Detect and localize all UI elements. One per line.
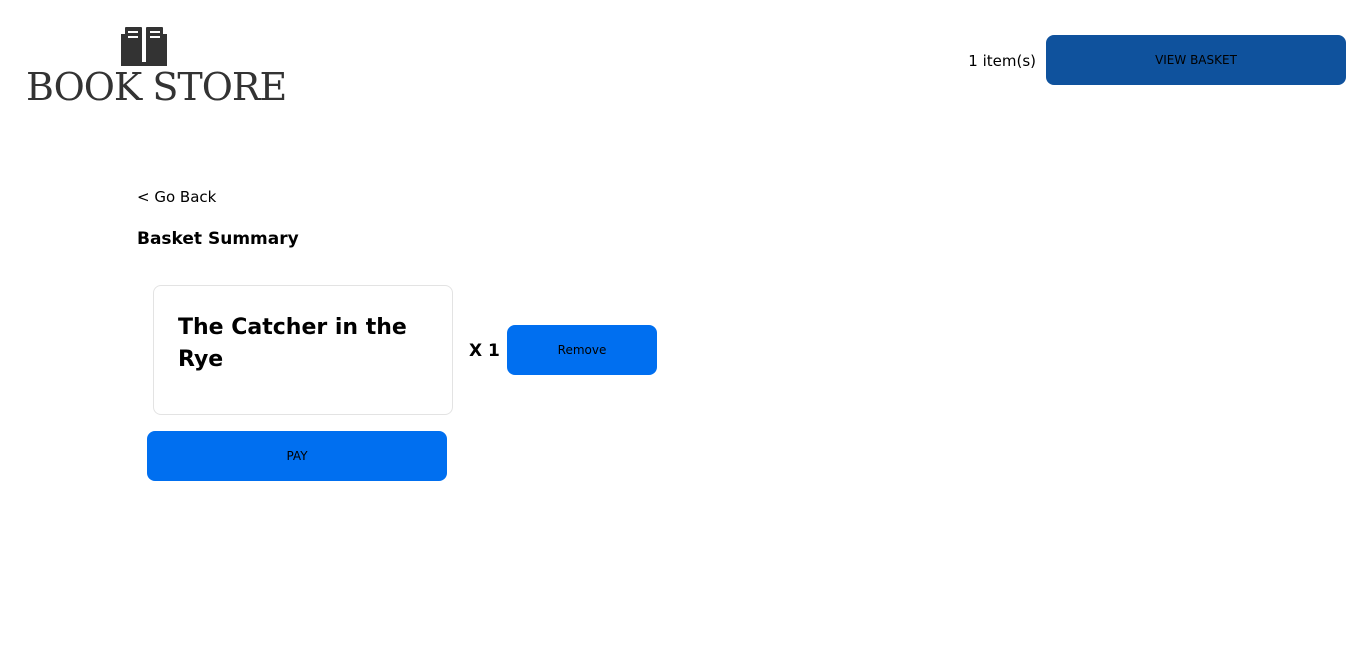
go-back-link[interactable]: < Go Back (137, 187, 216, 207)
book-title: The Catcher in the Rye (178, 315, 407, 372)
book-quantity: X 1 (469, 341, 500, 361)
basket-book-card: The Catcher in the Rye (153, 285, 453, 415)
basket-item-count: 1 item(s) (968, 52, 1036, 70)
site-header: BOOK STORE 1 item(s) VIEW BASKET (0, 0, 1366, 120)
open-book-icon (121, 24, 167, 66)
pay-button[interactable]: PAY (147, 431, 447, 481)
logo-text: BOOK STORE (26, 65, 287, 109)
view-basket-button[interactable]: VIEW BASKET (1046, 35, 1346, 85)
book-store-logo[interactable]: BOOK STORE (26, 22, 287, 109)
basket-summary-title: Basket Summary (137, 229, 299, 249)
remove-item-button[interactable]: Remove (507, 325, 657, 375)
